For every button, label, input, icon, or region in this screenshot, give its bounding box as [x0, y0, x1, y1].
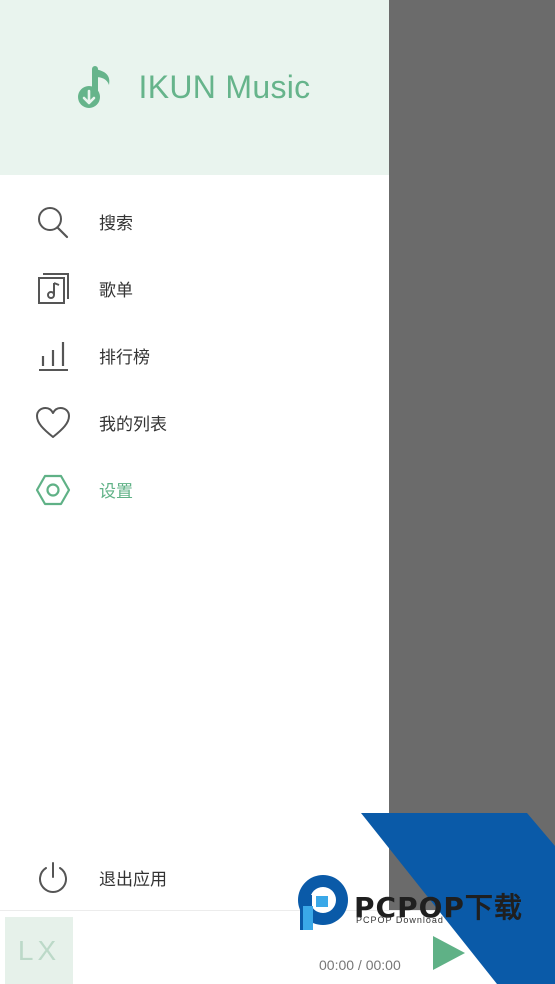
playback-time: 00:00 / 00:00	[319, 957, 401, 973]
watermark-subtitle: PCPOP Download	[356, 915, 444, 925]
play-icon[interactable]	[430, 933, 468, 973]
menu-item-my-list[interactable]: 我的列表	[0, 389, 389, 456]
search-icon	[35, 204, 71, 240]
app-title: IKUN Music	[138, 69, 311, 105]
menu-item-label: 歌单	[99, 281, 133, 301]
exit-app-label: 退出应用	[99, 870, 167, 890]
menu-item-leaderboard[interactable]: 排行榜	[0, 322, 389, 389]
power-icon	[35, 860, 71, 896]
menu-item-label: 搜索	[99, 214, 133, 234]
heart-icon	[35, 405, 71, 441]
songlist-icon	[35, 271, 71, 307]
menu-item-label: 设置	[99, 482, 133, 502]
chart-bars-icon	[35, 338, 71, 374]
menu-item-settings[interactable]: 设置	[0, 456, 389, 523]
menu-item-search[interactable]: 搜索	[0, 188, 389, 255]
drawer-header: IKUN Music	[0, 0, 389, 175]
drawer-menu: 搜索 歌单 排行榜 我的列表 设置	[0, 188, 389, 523]
menu-item-label: 我的列表	[99, 415, 167, 435]
menu-item-songlist[interactable]: 歌单	[0, 255, 389, 322]
drawer-scrim[interactable]	[389, 0, 555, 984]
menu-item-label: 排行榜	[99, 348, 150, 368]
exit-app-item[interactable]: 退出应用	[0, 844, 389, 911]
settings-icon	[35, 472, 71, 508]
music-note-icon	[77, 65, 109, 108]
album-cover[interactable]: LX	[5, 917, 73, 984]
navigation-drawer: IKUN Music 搜索 歌单 排行榜 我的列表 设置 退出应用	[0, 0, 389, 984]
